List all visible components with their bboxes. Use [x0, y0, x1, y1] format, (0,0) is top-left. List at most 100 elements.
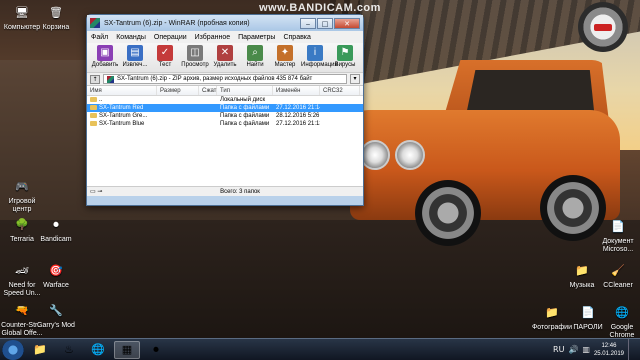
toolbar-button[interactable]: ▣ Добавить [91, 45, 119, 68]
taskbar-app-button[interactable]: ♨ [56, 341, 82, 359]
menu-item[interactable]: Команды [116, 34, 146, 41]
menu-item[interactable]: Файл [91, 34, 108, 41]
up-folder-button[interactable]: ↑ [90, 74, 100, 84]
file-cell-size [157, 112, 199, 120]
steam-icon: ♨ [64, 343, 74, 356]
column-header[interactable]: CRC32 [320, 86, 360, 95]
menu-item[interactable]: Избранное [195, 34, 230, 41]
column-header[interactable]: Тип [217, 86, 273, 95]
extract-icon: ▤ [127, 45, 143, 61]
toolbar-button-label: Просмотр [181, 62, 209, 68]
toolbar-button-label: Вирусы [334, 62, 356, 68]
winrar-icon [90, 18, 100, 28]
minimize-button[interactable]: ‒ [300, 17, 316, 29]
terraria-icon: 🌳 [15, 219, 29, 231]
toolbar-button[interactable]: ▤ Извлеч... [121, 45, 149, 68]
drive-status-icon: ▭ ⊸ [90, 189, 103, 195]
file-cell-size [157, 96, 199, 104]
game-center-icon: 🎮 [15, 181, 29, 193]
winrar-window[interactable]: SX-Tantrum (6).zip - WinRAR (пробная коп… [86, 14, 364, 206]
file-cell-type: Папка с файлами [220, 113, 270, 119]
column-header[interactable]: Размер [157, 86, 199, 95]
file-cell-type: Локальный диск [220, 97, 266, 103]
close-button[interactable]: ✕ [334, 17, 360, 29]
explorer-icon: 📁 [33, 343, 47, 356]
file-cell-modified: 27.12.2016 21:14 [276, 105, 320, 111]
csgo-icon: 🔫 [15, 305, 29, 317]
desktop-shortcut[interactable]: 🎮 Игровой центр [0, 178, 44, 214]
archive-path-text: SX-Tantrum (6).zip - ZIP архив, размер и… [117, 75, 313, 82]
toolbar-button[interactable]: ⚑ Вирусы [331, 45, 359, 68]
file-cell-modified [273, 96, 320, 104]
desktop-shortcut[interactable]: 🌐 Google Chrome [600, 304, 640, 340]
word-document-icon: 📄 [611, 221, 625, 233]
desktop-shortcut[interactable]: 🗑 Корзина [34, 4, 78, 32]
zip-archive-icon [107, 75, 114, 83]
file-row[interactable]: .. Локальный диск [87, 96, 363, 104]
file-cell-type: Папка с файлами [220, 105, 270, 111]
file-cell-packed [199, 96, 217, 104]
add-icon: ▣ [97, 45, 113, 61]
clock[interactable]: 12:46 25.01.2019 [594, 342, 624, 358]
clock-time: 12:46 [601, 342, 617, 349]
file-cell-modified: 28.12.2016 5:26 [276, 113, 320, 119]
desktop-shortcut[interactable]: ⏺ Bandicam [34, 216, 78, 244]
toolbar: ▣ Добавить ▤ Извлеч... ✓ Тест ◫ Просмотр ✕ Удалит… [87, 43, 363, 73]
file-name: SX-Tantrum Blue [99, 121, 145, 127]
volume-icon[interactable]: 🔊 [568, 345, 578, 354]
taskbar: 📁 ♨ 🌐 ▦ ⏺ RU 🔊 ▥ 12:46 25.01.2019 [0, 338, 640, 360]
toolbar-button-label: Информация [301, 62, 338, 68]
start-button[interactable] [2, 339, 24, 360]
file-list[interactable]: Имя Размер Сжат Тип Изменён CRC32 .. Локальный… [87, 86, 363, 186]
file-row[interactable]: SX-Tantrum Gre... Папка с файлами 28.12.20… [87, 112, 363, 120]
desktop-shortcut[interactable]: 🔧 Garry's Mod [34, 302, 78, 330]
desktop-shortcut[interactable]: 📄 Документ Microso... [596, 218, 640, 254]
language-indicator[interactable]: RU [553, 345, 564, 354]
archive-path-field[interactable]: SX-Tantrum (6).zip - ZIP архив, размер и… [103, 74, 347, 84]
menu-item[interactable]: Операции [154, 34, 187, 41]
column-header[interactable]: Изменён [273, 86, 320, 95]
system-tray: RU 🔊 ▥ 12:46 25.01.2019 [553, 339, 640, 360]
status-bar: ▭ ⊸ Всего: 3 папок [87, 186, 363, 196]
bandicam-icon: ⏺ [53, 219, 59, 231]
file-cell-name: SX-Tantrum Red [87, 104, 157, 112]
toolbar-button-label: Найти [246, 62, 264, 68]
garrys-mod-icon: 🔧 [49, 305, 63, 317]
toolbar-button[interactable]: ✕ Удалить [211, 45, 239, 68]
show-desktop-button[interactable] [628, 339, 636, 360]
column-header[interactable]: Имя [87, 86, 157, 95]
path-dropdown-button[interactable]: ▾ [350, 74, 360, 84]
toolbar-button[interactable]: ✦ Мастер [271, 45, 299, 68]
desktop-clock-gadget[interactable] [578, 2, 628, 52]
file-cell-crc [320, 120, 360, 128]
menu-item[interactable]: Справка [283, 34, 310, 41]
address-bar: ↑ SX-Tantrum (6).zip - ZIP архив, размер… [87, 73, 363, 86]
file-cell-size [157, 104, 199, 112]
toolbar-button[interactable]: ◫ Просмотр [181, 45, 209, 68]
desktop-shortcut[interactable]: 🎯 Warface [34, 262, 78, 290]
file-row[interactable]: SX-Tantrum Blue Папка с файлами 27.12.2016… [87, 120, 363, 128]
taskbar-app-button[interactable]: ▦ [114, 340, 140, 359]
wizard-icon: ✦ [277, 45, 293, 61]
file-cell-name: .. [87, 96, 157, 104]
taskbar-app-button[interactable]: 🌐 [85, 341, 111, 359]
file-name: SX-Tantrum Gre... [99, 113, 148, 119]
window-titlebar[interactable]: SX-Tantrum (6).zip - WinRAR (пробная коп… [87, 15, 363, 31]
toolbar-button-label: Мастер [274, 62, 296, 68]
test-icon: ✓ [157, 45, 173, 61]
file-cell-name: SX-Tantrum Gre... [87, 112, 157, 120]
taskbar-app-button[interactable]: 📁 [27, 341, 53, 359]
wallpaper-headlight [395, 140, 425, 170]
toolbar-button[interactable]: ⌕ Найти [241, 45, 269, 68]
toolbar-button[interactable]: i Информация [301, 45, 338, 68]
file-cell-size [157, 120, 199, 128]
file-row[interactable]: SX-Tantrum Red Папка с файлами 27.12.2016 … [87, 104, 363, 112]
taskbar-app-button[interactable]: ⏺ [143, 341, 169, 359]
desktop-shortcut[interactable]: 🧹 CCleaner [596, 262, 640, 290]
maximize-button[interactable]: □ [317, 17, 333, 29]
desktop-shortcut-label: CCleaner [603, 282, 633, 289]
column-header[interactable]: Сжат [199, 86, 217, 95]
menu-item[interactable]: Параметры [238, 34, 275, 41]
toolbar-button[interactable]: ✓ Тест [151, 45, 179, 68]
network-icon[interactable]: ▥ [582, 345, 590, 354]
